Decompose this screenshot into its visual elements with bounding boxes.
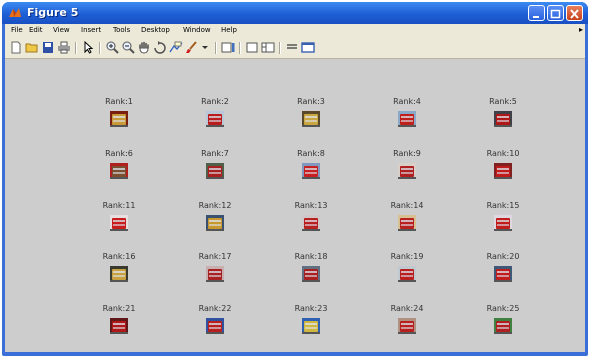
- minimize-button[interactable]: [528, 5, 545, 21]
- rank-label: Rank:6: [105, 149, 133, 158]
- rank-label: Rank:1: [105, 97, 133, 106]
- rank-label: Rank:24: [390, 304, 424, 313]
- toolbar-separator: [279, 42, 281, 54]
- menu-file[interactable]: File: [11, 26, 23, 34]
- rank-label: Rank:8: [297, 149, 325, 158]
- pan-hand-icon[interactable]: [137, 41, 151, 54]
- rank-label: Rank:13: [294, 201, 328, 210]
- bus-thumbnail: [302, 266, 320, 282]
- rank-label: Rank:7: [201, 149, 229, 158]
- rotate-3d-icon[interactable]: [153, 41, 167, 54]
- bus-thumbnail: [110, 318, 128, 334]
- rank-label: Rank:16: [102, 252, 136, 261]
- rank-label: Rank:20: [486, 252, 520, 261]
- rank-label: Rank:18: [294, 252, 328, 261]
- maximize-icon: [550, 9, 561, 19]
- figure-window: Figure 5 File Edit View Insert Tools Des…: [2, 2, 588, 356]
- bus-thumbnail: [494, 318, 512, 334]
- toolbar-separator: [75, 42, 77, 54]
- pointer-icon[interactable]: [81, 41, 95, 54]
- window-title: Figure 5: [27, 6, 79, 19]
- bus-thumbnail: [398, 266, 416, 282]
- menu-overflow-icon[interactable]: ▸: [579, 25, 583, 34]
- close-icon: [570, 9, 579, 19]
- minimize-icon: [533, 16, 539, 18]
- rank-label: Rank:22: [198, 304, 232, 313]
- rank-label: Rank:21: [102, 304, 136, 313]
- bus-thumbnail: [110, 266, 128, 282]
- bus-thumbnail: [206, 266, 224, 282]
- bus-thumbnail: [206, 163, 224, 179]
- bus-thumbnail: [398, 318, 416, 334]
- rank-label: Rank:19: [390, 252, 424, 261]
- bus-thumbnail: [110, 111, 128, 127]
- open-folder-icon[interactable]: [25, 41, 39, 54]
- data-cursor-icon[interactable]: [169, 41, 183, 54]
- bus-thumbnail: [398, 163, 416, 179]
- bus-thumbnail: [494, 215, 512, 231]
- bus-thumbnail: [302, 111, 320, 127]
- menu-edit[interactable]: Edit: [29, 26, 43, 34]
- window-client: File Edit View Insert Tools Desktop Wind…: [5, 24, 585, 352]
- print-icon[interactable]: [57, 41, 71, 54]
- toolbar-separator: [215, 42, 217, 54]
- zoom-out-icon[interactable]: [121, 41, 135, 54]
- rank-label: Rank:15: [486, 201, 520, 210]
- bus-thumbnail: [302, 215, 320, 231]
- rank-label: Rank:11: [102, 201, 136, 210]
- rank-label: Rank:17: [198, 252, 232, 261]
- menu-tools[interactable]: Tools: [113, 26, 130, 34]
- menu-bar: File Edit View Insert Tools Desktop Wind…: [5, 24, 585, 38]
- show-plot-tools-icon[interactable]: [285, 41, 299, 54]
- legend-icon[interactable]: [245, 41, 259, 54]
- toolbar-separator: [239, 42, 241, 54]
- rank-label: Rank:2: [201, 97, 229, 106]
- menu-window[interactable]: Window: [183, 26, 211, 34]
- brush-icon[interactable]: [185, 41, 199, 54]
- brush-dropdown-icon[interactable]: [201, 41, 209, 54]
- menu-view[interactable]: View: [53, 26, 70, 34]
- bus-thumbnail: [494, 266, 512, 282]
- bus-thumbnail: [206, 318, 224, 334]
- dock-icon[interactable]: [301, 41, 315, 54]
- bus-thumbnail: [110, 215, 128, 231]
- bus-thumbnail: [398, 215, 416, 231]
- title-bar[interactable]: Figure 5: [2, 2, 588, 24]
- bus-thumbnail: [494, 111, 512, 127]
- zoom-in-icon[interactable]: [105, 41, 119, 54]
- rank-label: Rank:5: [489, 97, 517, 106]
- bus-thumbnail: [398, 111, 416, 127]
- rank-label: Rank:4: [393, 97, 421, 106]
- toolbar-separator: [99, 42, 101, 54]
- bus-thumbnail: [110, 163, 128, 179]
- rank-label: Rank:25: [486, 304, 520, 313]
- figure-toolbar: [5, 38, 585, 59]
- rank-label: Rank:23: [294, 304, 328, 313]
- matlab-logo-icon: [9, 8, 21, 17]
- maximize-button[interactable]: [547, 5, 564, 21]
- menu-desktop[interactable]: Desktop: [141, 26, 170, 34]
- bus-thumbnail: [302, 318, 320, 334]
- menu-help[interactable]: Help: [221, 26, 237, 34]
- rank-label: Rank:9: [393, 149, 421, 158]
- bus-thumbnail: [494, 163, 512, 179]
- menu-insert[interactable]: Insert: [81, 26, 101, 34]
- results-canvas: Rank:1 Rank:2 Rank:3 Rank:4 Rank:5 Rank:6 Rank…: [5, 59, 585, 352]
- rank-label: Rank:10: [486, 149, 520, 158]
- hide-plot-tools-icon[interactable]: [261, 41, 275, 54]
- rank-label: Rank:3: [297, 97, 325, 106]
- close-button[interactable]: [566, 5, 583, 21]
- rank-label: Rank:12: [198, 201, 232, 210]
- rank-label: Rank:14: [390, 201, 424, 210]
- new-figure-icon[interactable]: [9, 41, 23, 54]
- bus-thumbnail: [206, 111, 224, 127]
- save-icon[interactable]: [41, 41, 55, 54]
- colorbar-icon[interactable]: [221, 41, 235, 54]
- bus-thumbnail: [302, 163, 320, 179]
- bus-thumbnail: [206, 215, 224, 231]
